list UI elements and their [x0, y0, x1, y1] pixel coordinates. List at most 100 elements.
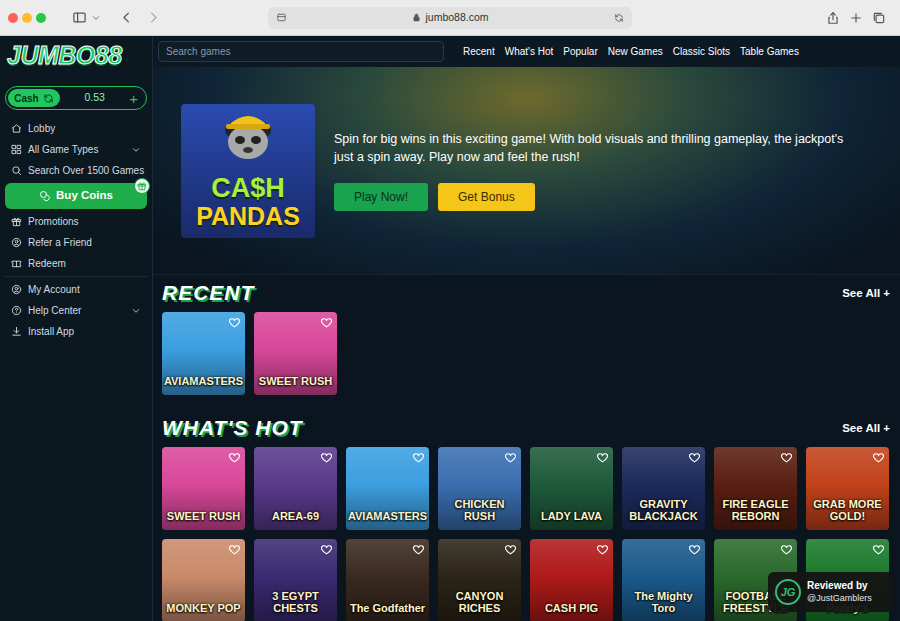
game-title[interactable]: LADY LAVA	[541, 510, 602, 522]
sidebar-item[interactable]: Help Center	[0, 300, 152, 321]
play-now-button[interactable]: Play Now!	[334, 183, 428, 211]
get-bonus-button[interactable]: Get Bonus	[438, 183, 535, 211]
heart-icon[interactable]	[228, 451, 241, 464]
heart-icon[interactable]	[504, 543, 517, 556]
heart-icon[interactable]	[320, 316, 333, 329]
nav-link[interactable]: Popular	[563, 44, 597, 59]
buy-coins-label[interactable]: Buy Coins	[56, 187, 113, 204]
game-tile[interactable]: 3 EGYPT CHESTS	[254, 539, 337, 621]
nav-link[interactable]: What's Hot	[505, 44, 554, 59]
sidebar-item[interactable]: All Game Types	[0, 139, 152, 160]
sidebar-item[interactable]: Lobby	[0, 118, 152, 139]
swap-icon[interactable]	[43, 93, 54, 104]
heart-icon[interactable]	[412, 543, 425, 556]
nav-link[interactable]: Table Games	[740, 44, 799, 59]
sidebar-item[interactable]: Promotions	[0, 211, 152, 232]
game-tile[interactable]: MONKEY POP	[162, 539, 245, 621]
game-tile[interactable]: CHICKEN RUSH	[438, 447, 521, 530]
game-tile[interactable]: SWEET RUSH	[162, 447, 245, 530]
reload-icon[interactable]	[614, 13, 624, 23]
game-title[interactable]: 3 EGYPT CHESTS	[257, 590, 334, 614]
nav-link[interactable]: New Games	[608, 44, 663, 59]
heart-icon[interactable]	[320, 543, 333, 556]
close-button[interactable]	[8, 13, 18, 23]
heart-icon[interactable]	[688, 543, 701, 556]
game-tile[interactable]: GRAVITY BLACKJACK	[622, 447, 705, 530]
heart-icon[interactable]	[872, 543, 885, 556]
game-title[interactable]: SWEET RUSH	[259, 375, 332, 387]
heart-icon[interactable]	[504, 451, 517, 464]
logo[interactable]: JUMBO88	[0, 36, 152, 72]
forward-icon[interactable]	[146, 10, 161, 25]
heart-icon[interactable]	[320, 451, 333, 464]
game-tile[interactable]: FIRE EAGLE REBORN	[714, 447, 797, 530]
chevron-icon[interactable]	[131, 306, 141, 316]
game-title[interactable]: GRAB MORE GOLD!	[809, 498, 886, 522]
game-title[interactable]: AVIAMASTERS	[164, 375, 243, 387]
sidebar-item[interactable]: Redeem	[0, 253, 152, 274]
currency-mode[interactable]: Cash	[14, 91, 38, 106]
game-title[interactable]: AREA-69	[272, 510, 319, 522]
sidebar-item-label[interactable]: Redeem	[28, 256, 66, 271]
add-funds-button[interactable]: +	[129, 91, 144, 106]
sidebar-item-label[interactable]: Refer a Friend	[28, 235, 92, 250]
sidebar-item-label[interactable]: Lobby	[28, 121, 55, 136]
wallet-toggle[interactable]: Cash0.53+	[5, 86, 147, 110]
game-title[interactable]: AVIAMASTERS	[348, 510, 427, 522]
sidebar-item-label[interactable]: My Account	[28, 282, 80, 297]
game-tile[interactable]: The Mighty Toro	[622, 539, 705, 621]
game-title[interactable]: MONKEY POP	[166, 602, 240, 614]
game-tile[interactable]: GRAB MORE GOLD!	[806, 447, 889, 530]
sidebar-item-label[interactable]: All Game Types	[28, 142, 98, 157]
game-tile[interactable]: CASH PIG	[530, 539, 613, 621]
game-title[interactable]: The Godfather	[350, 602, 425, 614]
see-all-link[interactable]: See All +	[842, 420, 890, 439]
tab-menu-icon[interactable]	[91, 13, 101, 23]
minimize-button[interactable]	[22, 13, 32, 23]
sidebar-item[interactable]: Refer a Friend	[0, 232, 152, 253]
see-all-link[interactable]: See All +	[842, 285, 890, 304]
gift-badge-icon[interactable]	[134, 178, 150, 194]
url-text[interactable]: jumbo88.com	[425, 10, 488, 26]
nav-link[interactable]: Recent	[463, 44, 495, 59]
heart-icon[interactable]	[688, 451, 701, 464]
sidebar-item-label[interactable]: Install App	[28, 324, 74, 339]
game-tile[interactable]: CANYON RICHES	[438, 539, 521, 621]
heart-icon[interactable]	[780, 543, 793, 556]
sidebar-item[interactable]: Search Over 1500 Games	[0, 160, 152, 181]
back-icon[interactable]	[119, 10, 134, 25]
game-title[interactable]: CASH PIG	[545, 602, 598, 614]
sidebar-toggle-icon[interactable]	[72, 10, 87, 25]
heart-icon[interactable]	[780, 451, 793, 464]
game-tile[interactable]: AVIAMASTERS	[346, 447, 429, 530]
game-title[interactable]: FIRE EAGLE REBORN	[717, 498, 794, 522]
sidebar-item[interactable]: My Account	[0, 279, 152, 300]
hero-game-art[interactable]: CA$HPANDAS	[181, 104, 315, 238]
heart-icon[interactable]	[872, 451, 885, 464]
sidebar-item-label[interactable]: Promotions	[28, 214, 79, 229]
heart-icon[interactable]	[596, 451, 609, 464]
review-badge[interactable]: JGReviewed by@JustGamblers	[768, 572, 893, 612]
search-field[interactable]	[158, 41, 444, 62]
game-title[interactable]: CANYON RICHES	[441, 590, 518, 614]
heart-icon[interactable]	[228, 543, 241, 556]
game-title[interactable]: CHICKEN RUSH	[441, 498, 518, 522]
game-tile[interactable]: SWEET RUSH	[254, 312, 337, 395]
address-bar[interactable]: jumbo88.com	[268, 7, 632, 29]
chevron-icon[interactable]	[131, 145, 141, 155]
buy-coins-button[interactable]: Buy Coins	[5, 183, 147, 209]
tabs-overview-icon[interactable]	[872, 11, 886, 25]
sidebar-item-label[interactable]: Help Center	[28, 303, 81, 318]
game-tile[interactable]: AREA-69	[254, 447, 337, 530]
game-tile[interactable]: AVIAMASTERS	[162, 312, 245, 395]
heart-icon[interactable]	[596, 543, 609, 556]
nav-link[interactable]: Classic Slots	[673, 44, 730, 59]
game-tile[interactable]: LADY LAVA	[530, 447, 613, 530]
heart-icon[interactable]	[228, 316, 241, 329]
sidebar-item[interactable]: Install App	[0, 321, 152, 342]
heart-icon[interactable]	[412, 451, 425, 464]
zoom-button[interactable]	[36, 13, 46, 23]
game-title[interactable]: The Mighty Toro	[625, 590, 702, 614]
game-tile[interactable]: The Godfather	[346, 539, 429, 621]
game-title[interactable]: GRAVITY BLACKJACK	[625, 498, 702, 522]
